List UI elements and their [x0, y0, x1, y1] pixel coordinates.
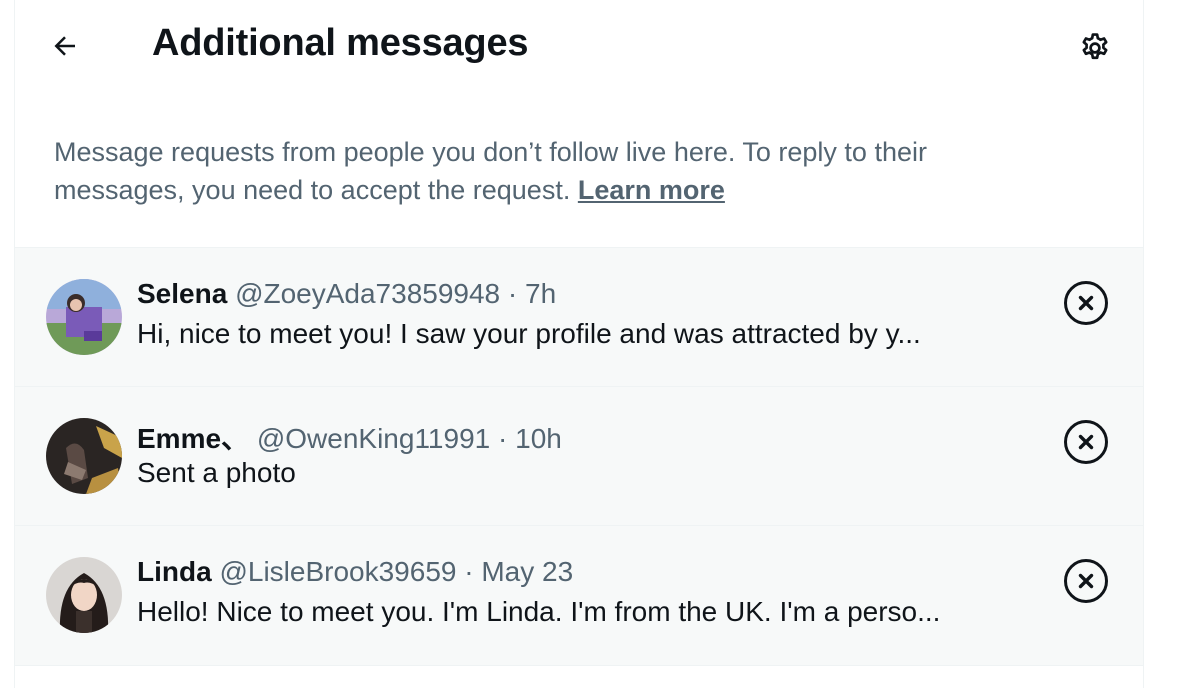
message-preview: Hi, nice to meet you! I saw your profile… — [137, 318, 921, 349]
page-title: Additional messages — [152, 22, 529, 64]
timestamp: 7h — [525, 278, 557, 309]
sender-handle: @OwenKing11991 — [256, 423, 491, 454]
gear-icon — [1082, 33, 1108, 60]
request-header: Selena @ZoeyAda73859948 · 7h — [137, 278, 556, 310]
avatar — [46, 279, 122, 355]
sender-name: Linda — [137, 556, 212, 587]
dismiss-request-button[interactable] — [1061, 417, 1111, 467]
dismiss-request-button[interactable] — [1061, 556, 1111, 606]
dismiss-request-button[interactable] — [1061, 278, 1111, 328]
sender-name: Emme、 — [137, 423, 250, 454]
intro-text: Message requests from people you don’t f… — [54, 133, 1054, 209]
arrow-left-icon — [54, 36, 75, 56]
sender-name: Selena — [137, 278, 228, 309]
avatar — [46, 418, 122, 494]
message-preview: Sent a photo — [137, 457, 296, 488]
message-requests-panel: Additional messages Message requests fro… — [14, 0, 1144, 688]
separator: · — [507, 278, 518, 309]
close-circle-icon — [1064, 281, 1108, 325]
avatar — [46, 557, 122, 633]
header: Additional messages — [15, 0, 1143, 95]
intro-description: Message requests from people you don’t f… — [54, 137, 927, 205]
request-row-selena[interactable]: Selena @ZoeyAda73859948 · 7h Hi, nice to… — [15, 248, 1143, 387]
sender-handle: @ZoeyAda73859948 — [235, 278, 501, 309]
message-preview: Hello! Nice to meet you. I'm Linda. I'm … — [137, 596, 941, 627]
sender-handle: @LisleBrook39659 — [219, 556, 457, 587]
close-circle-icon — [1064, 559, 1108, 603]
timestamp: May 23 — [481, 556, 574, 587]
close-circle-icon — [1064, 420, 1108, 464]
separator: · — [464, 556, 474, 587]
settings-button[interactable] — [1073, 26, 1117, 70]
request-row-emme[interactable]: Emme、 @OwenKing11991 · 10h Sent a photo — [15, 387, 1143, 526]
request-row-linda[interactable]: Linda @LisleBrook39659 · May 23 Hello! N… — [15, 526, 1143, 666]
learn-more-link[interactable]: Learn more — [578, 175, 725, 205]
timestamp: 10h — [515, 423, 562, 454]
back-button[interactable] — [45, 26, 85, 66]
request-list: Selena @ZoeyAda73859948 · 7h Hi, nice to… — [15, 248, 1143, 666]
request-header: Linda @LisleBrook39659 · May 23 — [137, 556, 573, 588]
separator: · — [498, 423, 508, 454]
request-header: Emme、 @OwenKing11991 · 10h — [137, 417, 562, 457]
